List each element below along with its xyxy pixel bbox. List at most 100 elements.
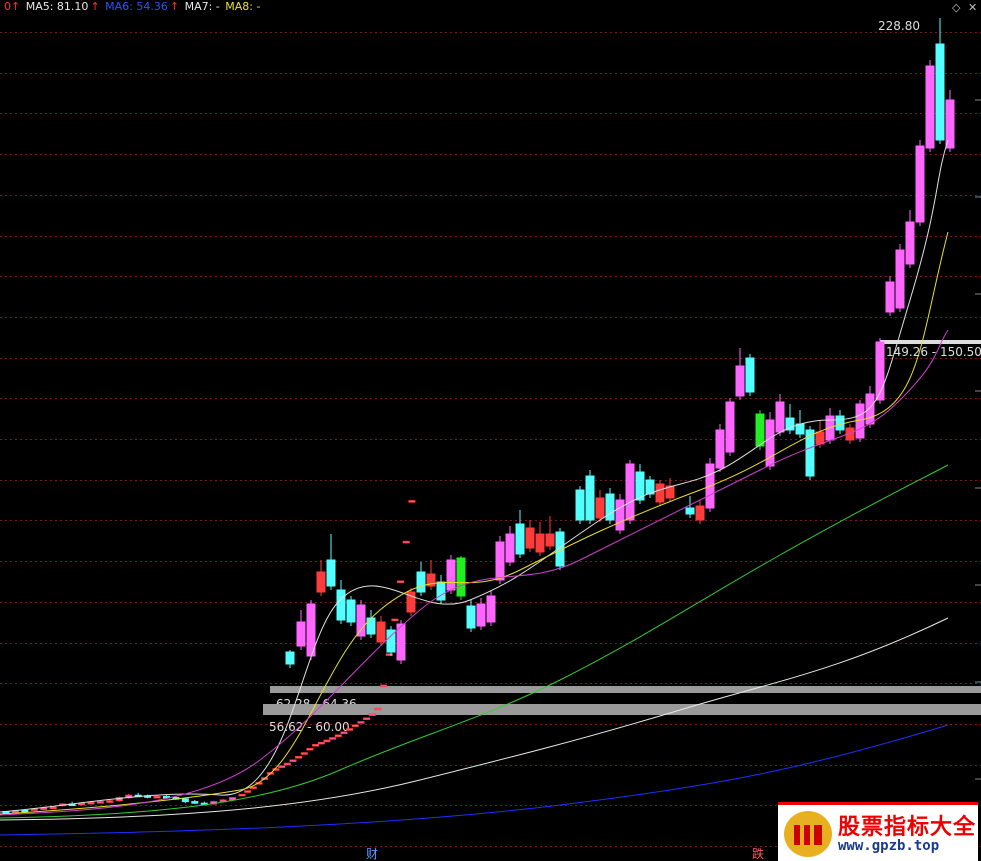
candle-body bbox=[685, 507, 695, 515]
candle-body bbox=[446, 559, 456, 591]
candle-body bbox=[366, 617, 376, 635]
candle-body bbox=[106, 800, 114, 803]
logo-url: www.gpzb.top bbox=[838, 838, 940, 854]
candle-body bbox=[191, 801, 199, 804]
candle-body bbox=[87, 801, 95, 805]
candle-body bbox=[346, 599, 356, 623]
candle-body bbox=[397, 580, 405, 584]
candle-body bbox=[815, 431, 825, 445]
watermark-logo: 股票指标大全 www.gpzb.top bbox=[778, 802, 978, 861]
candle-body bbox=[326, 559, 336, 587]
candle-body bbox=[346, 728, 354, 731]
candle-body bbox=[495, 541, 505, 581]
close-icon[interactable]: ✕ bbox=[968, 1, 977, 14]
logo-title: 股票指标大全 bbox=[838, 815, 977, 840]
logo-badge-icon bbox=[784, 811, 832, 857]
candle-body bbox=[885, 281, 895, 313]
event-marker: 跌 bbox=[752, 846, 764, 861]
candle-body bbox=[289, 759, 297, 762]
ma5-label: MA5: 81.10 bbox=[25, 0, 89, 13]
candle-body bbox=[585, 475, 595, 521]
candle-body bbox=[351, 724, 359, 727]
ma-yellow-line bbox=[0, 231, 949, 815]
candle-body bbox=[376, 621, 386, 643]
zone-bar bbox=[270, 686, 981, 693]
candle-body bbox=[945, 99, 955, 149]
candle-body bbox=[416, 571, 426, 593]
candle-body bbox=[695, 505, 705, 521]
candle-body bbox=[316, 571, 326, 593]
candle-body bbox=[775, 401, 785, 433]
candle-body bbox=[153, 795, 161, 799]
candle-body bbox=[515, 523, 525, 555]
ma-magenta-line bbox=[0, 329, 949, 816]
candle-body bbox=[595, 497, 605, 519]
zone-bar bbox=[263, 704, 981, 715]
candle-body bbox=[525, 527, 535, 549]
candle-body bbox=[735, 365, 745, 397]
candle-body bbox=[368, 713, 376, 716]
arrow-up-icon: ↑ bbox=[169, 0, 180, 13]
ma-legend: 0↑ MA5: 81.10 ↑ MA6: 54.36 ↑ MA7: - MA8: - bbox=[4, 0, 262, 14]
candle-body bbox=[357, 721, 365, 724]
candle-body bbox=[915, 145, 925, 223]
candle-body bbox=[575, 489, 585, 521]
candle-body bbox=[486, 595, 496, 623]
candle-body bbox=[391, 618, 399, 622]
event-marker: 财 bbox=[366, 847, 378, 861]
candle-body bbox=[312, 744, 320, 747]
candle-body bbox=[181, 798, 189, 803]
candle-body bbox=[96, 801, 104, 804]
ma6-label: MA6: 54.36 bbox=[105, 0, 168, 13]
candle-body bbox=[340, 731, 348, 734]
candle-body bbox=[336, 589, 346, 621]
candle-body bbox=[244, 790, 252, 793]
candle-body bbox=[865, 393, 875, 425]
candle-body bbox=[285, 651, 295, 665]
zone-bar bbox=[880, 340, 981, 344]
candle-body bbox=[535, 533, 545, 553]
candle-body bbox=[905, 221, 915, 265]
candle-body bbox=[380, 684, 388, 688]
diamond-icon[interactable]: ◇ bbox=[952, 1, 960, 14]
candle-body bbox=[402, 540, 410, 544]
candle-body bbox=[21, 809, 29, 813]
zone-label: 149.26 - 150.50 bbox=[886, 345, 981, 359]
zone-label: 56.62 - 60.00 bbox=[269, 720, 350, 734]
candle-body bbox=[875, 341, 885, 401]
candle-body bbox=[855, 403, 865, 439]
candle-body bbox=[334, 734, 342, 737]
candlestick-chart: 149.26 - 150.5062.28 - 64.3656.62 - 60.0… bbox=[0, 18, 981, 861]
candle-body bbox=[466, 605, 476, 629]
candle-body bbox=[745, 357, 755, 393]
candle-body bbox=[49, 806, 57, 810]
candle-body bbox=[323, 739, 331, 743]
candle-body bbox=[615, 499, 625, 531]
candle-body bbox=[283, 762, 291, 766]
candle-body bbox=[374, 707, 382, 711]
candle-body bbox=[238, 793, 246, 797]
candle-body bbox=[356, 604, 366, 637]
candle-body bbox=[295, 756, 303, 759]
candle-body bbox=[363, 717, 371, 720]
candle-body bbox=[278, 765, 286, 768]
candle-body bbox=[835, 415, 845, 431]
candle-body bbox=[625, 463, 635, 521]
candle-body bbox=[505, 533, 515, 563]
arrow-icon: 0↑ bbox=[4, 0, 21, 13]
candle-body bbox=[329, 737, 337, 740]
candle-body bbox=[476, 603, 486, 627]
ma8-label: MA8: - bbox=[225, 0, 261, 13]
ma-white-line bbox=[0, 617, 949, 821]
candle-body bbox=[895, 249, 905, 309]
high-label: 228.80 bbox=[878, 19, 920, 33]
candle-body bbox=[655, 483, 665, 503]
candle-body bbox=[40, 807, 48, 810]
candle-body bbox=[725, 401, 735, 453]
candle-body bbox=[935, 43, 945, 141]
candle-body bbox=[715, 429, 725, 469]
ma7-label: MA7: - bbox=[184, 0, 220, 13]
candle-body bbox=[306, 748, 314, 751]
candle-body bbox=[317, 741, 325, 745]
candle-body bbox=[925, 65, 935, 149]
